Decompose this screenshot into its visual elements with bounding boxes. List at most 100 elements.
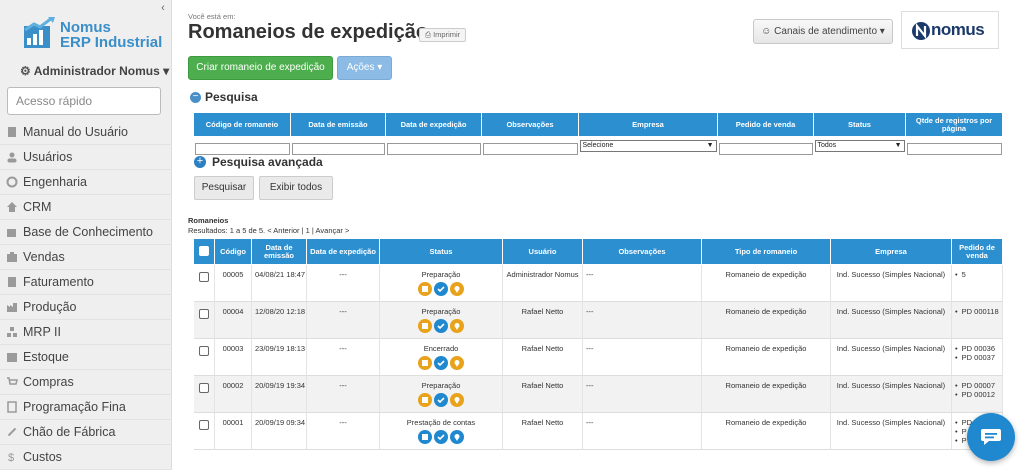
advanced-search-toggle[interactable]: Pesquisa avançada [212,155,323,169]
table-row[interactable]: 00003 23/09/19 18:13 --- Encerrado Rafael Ne… [193,338,1003,376]
support-channels-button[interactable]: ☺ Canais de atendimento ▾ [753,19,893,44]
brand-logo: Nomus ERP Industrial [22,16,162,56]
check-icon[interactable] [434,430,448,444]
truck-icon[interactable] [418,319,432,333]
check-icon[interactable] [434,282,448,296]
page-size-input[interactable] [906,142,1002,155]
row-checkbox[interactable] [198,346,209,356]
collapse-search-icon[interactable]: − [190,92,201,103]
sidebar-item-dollar[interactable]: $ Custos [0,445,172,470]
code-cell: 00003 [214,338,252,376]
select-all-checkbox[interactable] [199,245,209,256]
sidebar-item-invoice[interactable]: Faturamento [0,270,172,295]
sales-order-filter-input[interactable] [718,142,813,155]
chat-button[interactable] [967,413,1015,461]
table-row[interactable]: 00001 20/09/19 09:34 --- Prestação de conta… [193,412,1003,450]
truck-icon[interactable] [418,430,432,444]
sidebar-item-label: Usuários [23,149,73,164]
truck-icon[interactable] [418,393,432,407]
chevron-down-icon: ▼ [894,142,902,149]
results-count: Resultados: 1 a 5 de 5. [188,226,266,235]
sidebar-item-sales[interactable]: Vendas [0,245,172,270]
chart-logo-icon [24,16,55,48]
collapse-sidebar-icon[interactable]: ‹ [157,2,169,14]
ship-date-cell: --- [306,301,380,339]
check-icon[interactable] [434,356,448,370]
table-row[interactable]: 00005 04/08/21 18:47 --- Preparação Administ… [193,264,1003,302]
show-all-button[interactable]: Exibir todos [259,176,333,200]
sidebar-item-network[interactable]: MRP II [0,320,172,345]
table-row[interactable]: 00002 20/09/19 19:34 --- Preparação Rafael N… [193,375,1003,413]
check-icon[interactable] [434,319,448,333]
sidebar-item-wrench[interactable]: Chão de Fábrica [0,420,172,445]
ship-date-cell: --- [306,264,380,302]
status-actions [383,282,499,296]
location-icon[interactable] [450,356,464,370]
quick-access-input[interactable] [7,87,161,115]
sidebar-item-book[interactable]: Manual do Usuário [0,120,172,145]
sidebar-item-cart[interactable]: Compras [0,370,172,395]
status-select[interactable]: Todos ▼ [814,140,905,152]
gear-icon [6,176,18,188]
sidebar-item-gear[interactable]: Engenharia [0,170,172,195]
location-icon[interactable] [450,430,464,444]
ship-date-filter-input[interactable] [386,142,481,155]
results-column-header: Data de emissão [251,238,307,265]
row-select-cell [193,412,215,450]
user-cell: Rafael Netto [502,301,583,339]
sidebar-item-label: Base de Conhecimento [23,224,153,239]
sidebar-item-home[interactable]: CRM [0,195,172,220]
cart-icon [7,377,18,385]
sidebar-item-user[interactable]: Usuários [0,145,172,170]
check-icon[interactable] [434,393,448,407]
sidebar-item-edit[interactable]: Base de Conhecimento [0,220,172,245]
sidebar-item-label: Chão de Fábrica [23,424,116,439]
type-cell: Romaneio de expedição [701,338,831,376]
status-select-value: Todos [817,142,837,149]
ship-date-cell: --- [306,412,380,450]
results-column-header: Observações [582,238,702,265]
row-checkbox[interactable] [198,272,209,282]
notes-cell: --- [582,264,702,302]
row-checkbox[interactable] [198,383,209,393]
breadcrumb: Você está em: [188,12,236,21]
expand-advanced-search-icon[interactable]: + [194,156,206,168]
user-menu[interactable]: ⚙ Administrador Nomus ▾ [20,64,169,78]
orders-cell: PD 000118 [951,301,1003,339]
prev-page-link[interactable]: < Anterior [267,226,299,235]
issue-date-filter-input[interactable] [291,142,385,155]
company-cell: Ind. Sucesso (Simples Nacional) [830,301,952,339]
search-button[interactable]: Pesquisar [194,176,254,200]
sidebar-item-box[interactable]: Estoque [0,345,172,370]
network-icon [7,327,17,337]
sales-orders: PD 00036PD 00037 [955,344,999,362]
actions-dropdown-button[interactable]: Ações ▾ [337,56,392,80]
sidebar-item-factory[interactable]: Produção [0,295,172,320]
sidebar-item-doc[interactable]: Programação Fina [0,395,172,420]
table-row[interactable]: 00004 12/08/20 12:18 --- Preparação Rafael N… [193,301,1003,339]
results-column-header: Empresa [830,238,952,265]
row-checkbox[interactable] [198,309,209,319]
page-link[interactable]: 1 [306,226,310,235]
location-icon[interactable] [450,282,464,296]
results-column-header[interactable]: Código [214,238,252,265]
next-page-link[interactable]: Avançar > [316,226,350,235]
chat-icon [981,429,1001,445]
status-cell: Preparação [379,375,503,413]
location-icon[interactable] [450,393,464,407]
status-text: Prestação de contas [406,418,476,427]
company-select[interactable]: Selecione ▼ [579,140,717,152]
results-column-header: Pedido de venda [951,238,1003,265]
print-button[interactable]: ⎙ Imprimir [419,28,467,42]
row-checkbox[interactable] [198,420,209,430]
create-shipping-list-button[interactable]: Criar romaneio de expedição [188,56,333,80]
invoice-icon [8,277,16,287]
notes-filter-input[interactable] [482,142,578,155]
sidebar-item-label: Faturamento [23,274,94,289]
truck-icon[interactable] [418,356,432,370]
location-icon[interactable] [450,319,464,333]
code-filter-input[interactable] [194,142,290,155]
truck-icon[interactable] [418,282,432,296]
status-actions [383,430,499,444]
ship-date-cell: --- [306,375,380,413]
